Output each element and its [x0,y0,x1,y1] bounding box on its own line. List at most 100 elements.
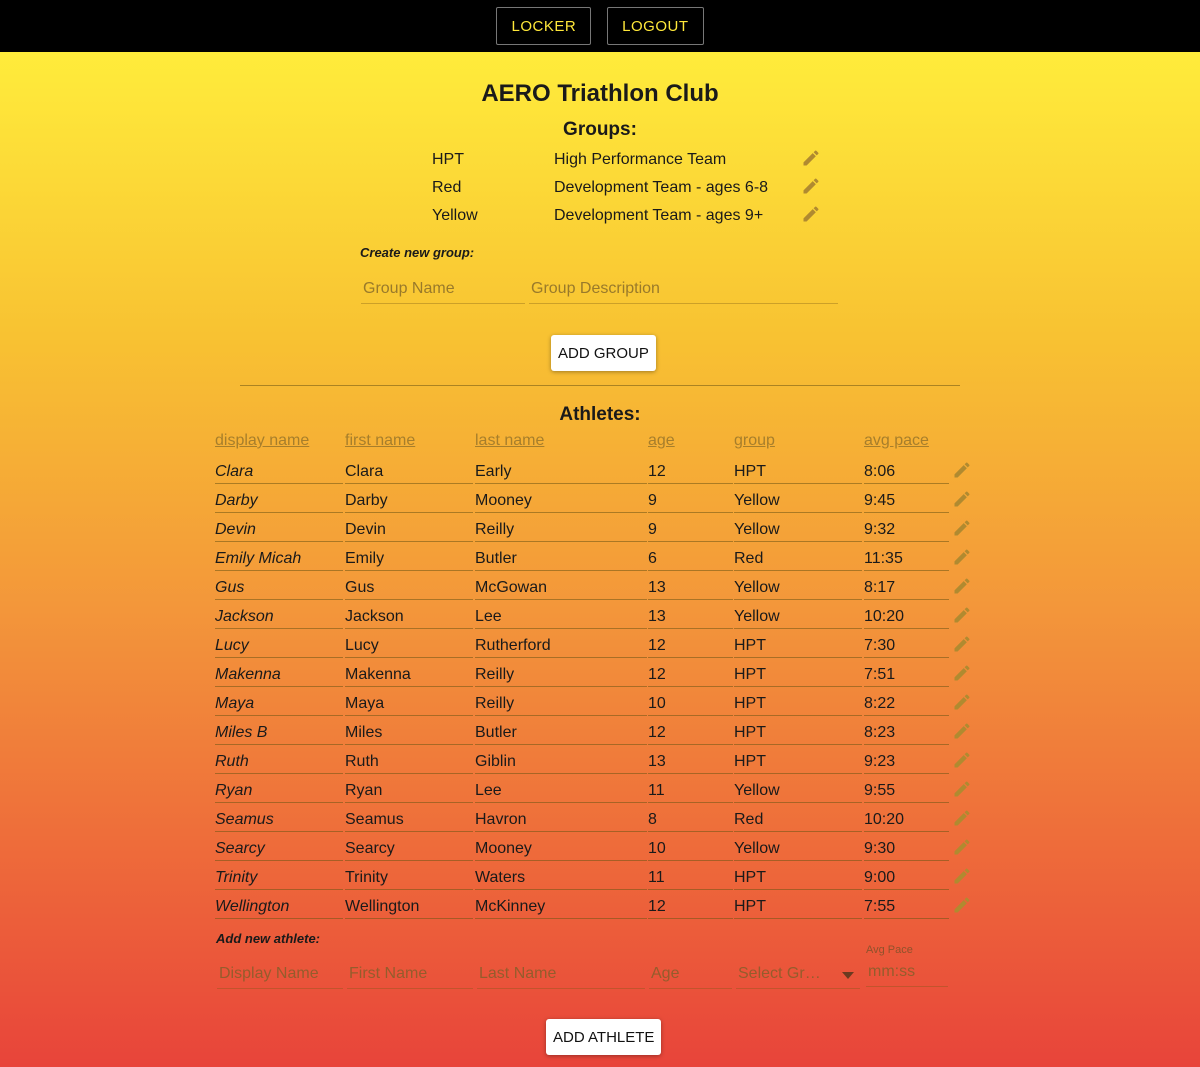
group-description-input[interactable]: Group Description [529,278,838,304]
table-row: Miles B Miles Butler 12 HPT 8:23 [215,722,975,751]
athlete-last-name: Butler [475,550,647,571]
athlete-last-name: McKinney [475,898,647,919]
edit-pencil-icon[interactable] [952,692,972,712]
add-athlete-button[interactable]: ADD ATHLETE [546,1019,662,1055]
edit-pencil-icon[interactable] [801,176,821,196]
main-content: AERO Triathlon Club Groups: HPT High Perf… [0,52,1200,1067]
edit-pencil-icon[interactable] [952,663,972,683]
athlete-last-name: Havron [475,811,647,832]
column-header-last-name[interactable]: last name [475,432,544,450]
edit-pencil-icon[interactable] [952,866,972,886]
locker-button[interactable]: LOCKER [496,7,592,45]
table-row: Maya Maya Reilly 10 HPT 8:22 [215,693,975,722]
table-row: Emily Micah Emily Butler 6 Red 11:35 [215,548,975,577]
athlete-rows: Clara Clara Early 12 HPT 8:06 Darby Darby Mooney… [215,461,975,925]
athlete-display-name: Ryan [215,782,343,803]
athlete-display-name: Searcy [215,840,343,861]
table-row: Wellington Wellington McKinney 12 HPT 7:55 [215,896,975,925]
edit-pencil-icon[interactable] [952,518,972,538]
athlete-avg-pace: 9:55 [864,782,949,803]
athlete-group: Yellow [734,840,862,861]
edit-pencil-icon[interactable] [952,895,972,915]
age-input[interactable]: Age [649,963,732,989]
first-name-input[interactable]: First Name [347,963,473,989]
edit-pencil-icon[interactable] [952,750,972,770]
athlete-avg-pace: 7:55 [864,898,949,919]
table-row: Seamus Seamus Havron 8 Red 10:20 [215,809,975,838]
athlete-display-name: Wellington [215,898,343,919]
athlete-group: Yellow [734,782,862,803]
athlete-last-name: McGowan [475,579,647,600]
logout-button[interactable]: LOGOUT [607,7,704,45]
group-description: Development Team - ages 6-8 [554,179,769,196]
athlete-display-name: Lucy [215,637,343,658]
athlete-display-name: Makenna [215,666,343,687]
athlete-age: 13 [648,753,733,774]
add-athlete-label: Add new athlete: [216,931,321,946]
athlete-avg-pace: 11:35 [864,550,949,571]
athlete-first-name: Jackson [345,608,473,629]
column-header-first-name[interactable]: first name [345,432,415,450]
group-name-input[interactable]: Group Name [361,278,525,304]
edit-pencil-icon[interactable] [952,460,972,480]
athlete-age: 12 [648,637,733,658]
edit-pencil-icon[interactable] [952,605,972,625]
edit-pencil-icon[interactable] [952,489,972,509]
column-header-avg-pace[interactable]: avg pace [864,432,929,450]
athlete-display-name: Ruth [215,753,343,774]
top-nav-bar: LOCKER LOGOUT [0,0,1200,52]
edit-pencil-icon[interactable] [952,721,972,741]
athlete-avg-pace: 9:00 [864,869,949,890]
edit-pencil-icon[interactable] [952,576,972,596]
athlete-age: 12 [648,898,733,919]
athlete-display-name: Devin [215,521,343,542]
create-group-label: Create new group: [360,245,475,260]
table-row: Devin Devin Reilly 9 Yellow 9:32 [215,519,975,548]
athlete-avg-pace: 10:20 [864,608,949,629]
column-header-group[interactable]: group [734,432,775,450]
athletes-heading: Athletes: [559,404,641,425]
edit-pencil-icon[interactable] [952,837,972,857]
group-description: High Performance Team [554,151,727,168]
athletes-table: display name first name last name age gr… [215,432,975,925]
edit-pencil-icon[interactable] [952,779,972,799]
athlete-first-name: Searcy [345,840,473,861]
add-group-button[interactable]: ADD GROUP [551,335,656,371]
edit-pencil-icon[interactable] [801,148,821,168]
athlete-last-name: Giblin [475,753,647,774]
edit-pencil-icon[interactable] [801,204,821,224]
section-divider [240,385,960,386]
column-header-age[interactable]: age [648,432,675,450]
athlete-last-name: Rutherford [475,637,647,658]
athlete-last-name: Butler [475,724,647,745]
athlete-group: Yellow [734,492,862,513]
athletes-table-header: display name first name last name age gr… [215,432,975,461]
athlete-age: 10 [648,695,733,716]
athlete-first-name: Trinity [345,869,473,890]
table-row: Searcy Searcy Mooney 10 Yellow 9:30 [215,838,975,867]
athlete-last-name: Lee [475,782,647,803]
column-header-display-name[interactable]: display name [215,432,309,450]
athlete-age: 13 [648,608,733,629]
athlete-last-name: Lee [475,608,647,629]
athlete-last-name: Reilly [475,521,647,542]
chevron-down-icon[interactable] [842,972,854,979]
edit-pencil-icon[interactable] [952,634,972,654]
last-name-input[interactable]: Last Name [477,963,645,989]
edit-pencil-icon[interactable] [952,547,972,567]
athlete-display-name: Seamus [215,811,343,832]
athlete-age: 12 [648,666,733,687]
group-name: Red [432,179,462,196]
display-name-input[interactable]: Display Name [217,963,343,989]
athlete-last-name: Reilly [475,695,647,716]
athlete-first-name: Lucy [345,637,473,658]
edit-pencil-icon[interactable] [952,808,972,828]
avg-pace-label: Avg Pace [866,944,913,956]
athlete-first-name: Ruth [345,753,473,774]
athlete-avg-pace: 7:30 [864,637,949,658]
athlete-group: HPT [734,869,862,890]
athlete-group: HPT [734,463,862,484]
athlete-avg-pace: 9:32 [864,521,949,542]
avg-pace-input[interactable]: mm:ss [866,961,948,987]
table-row: Gus Gus McGowan 13 Yellow 8:17 [215,577,975,606]
